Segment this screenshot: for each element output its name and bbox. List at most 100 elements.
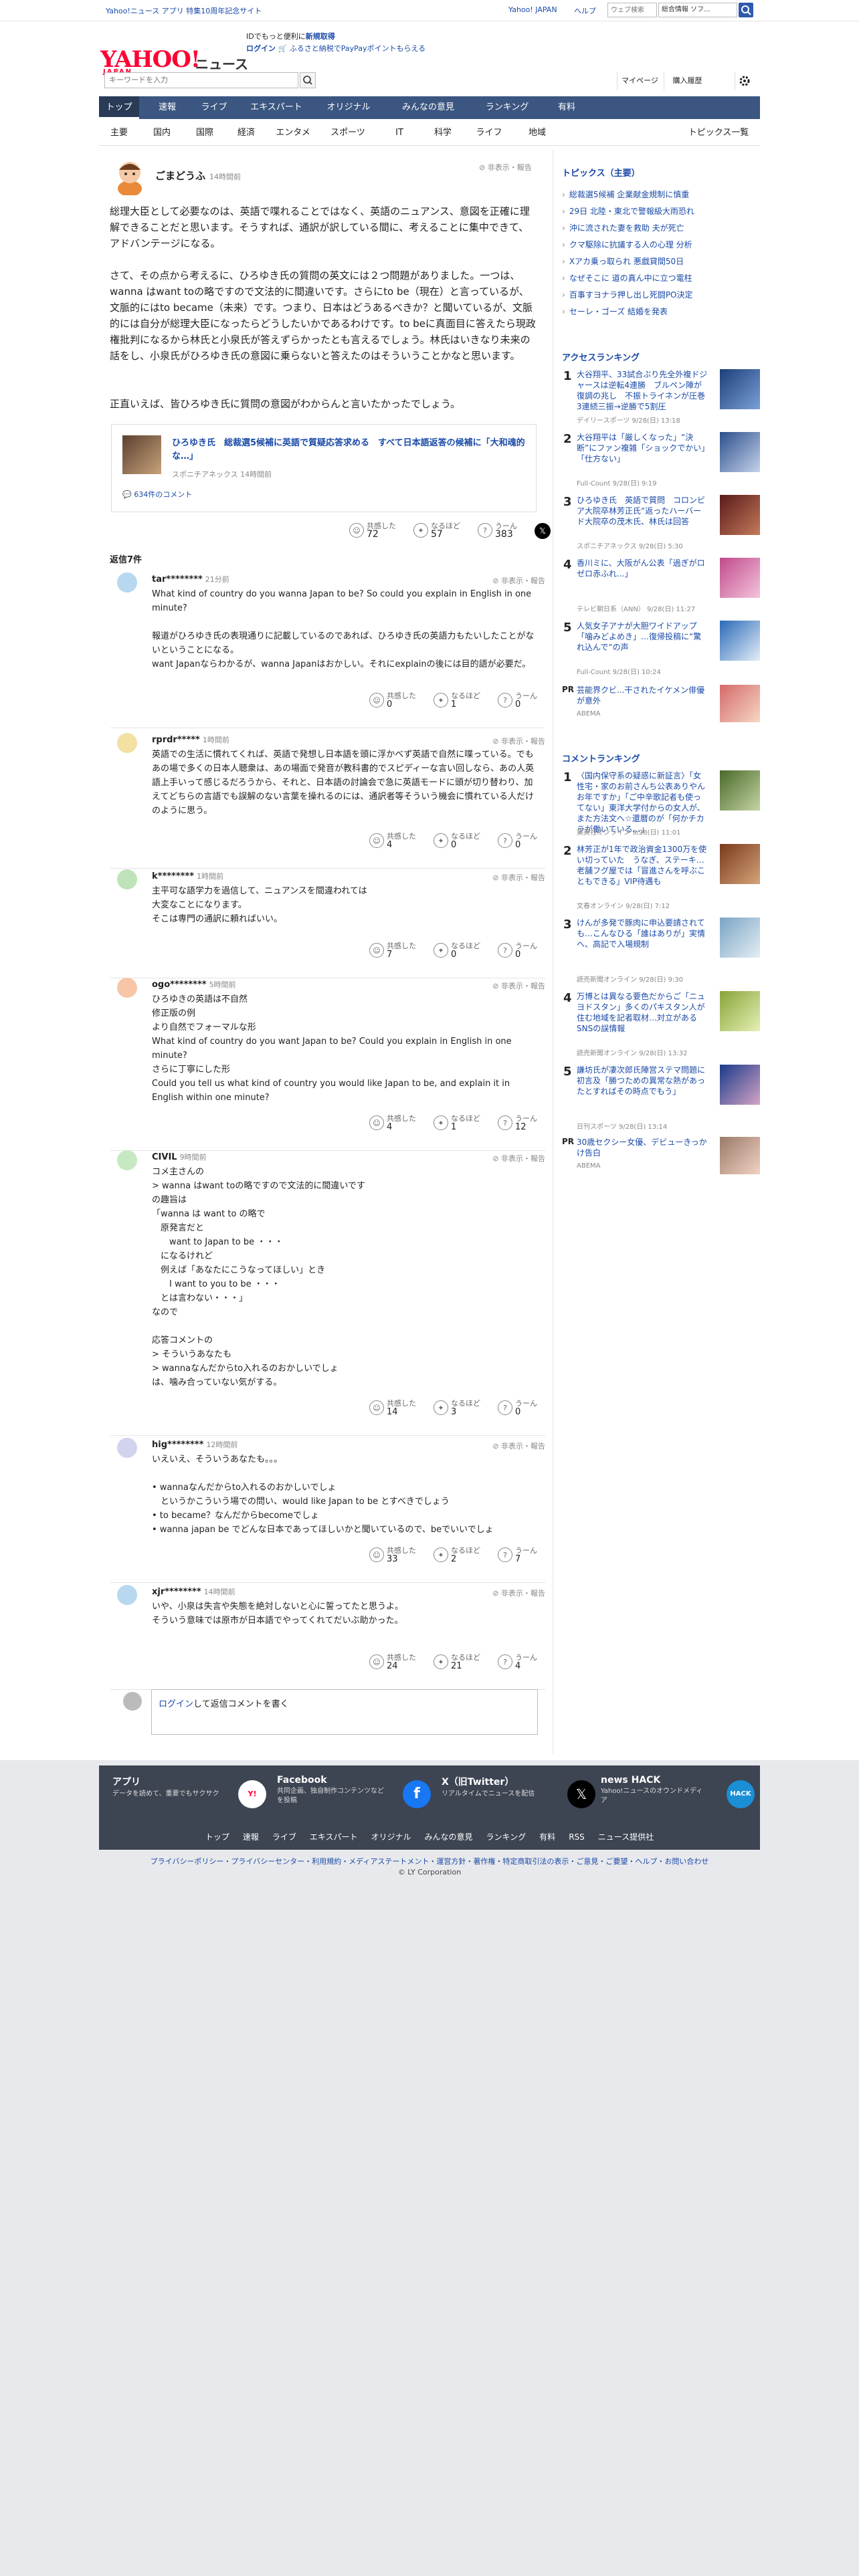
hmm-button[interactable]: ? うーん 0 <box>498 691 537 709</box>
ranking-item[interactable]: 1 〈国内保守系の疑惑に新証言〉「女性宅・家のお前さんち公表ありやんお年ですか」… <box>562 770 760 840</box>
rank-title[interactable]: 香川ミに、大阪がん公表「過ぎがロゼロ赤ふれ...」 <box>577 558 708 579</box>
tab-top[interactable]: トップ <box>99 96 139 119</box>
report-link[interactable]: ⊘ 非表示・報告 <box>492 1440 545 1451</box>
empathy-button[interactable]: ☺ 共感した 4 <box>369 1114 416 1132</box>
ranking-item[interactable]: 2 林芳正が1年で政治資金1300万を使い切っていた うなぎ、ステーキ…老舗フグ… <box>562 844 760 914</box>
footer-facebook[interactable]: Facebook 共同企画、独自制作コンテンツなどを投稿 f <box>277 1775 431 1815</box>
history-button[interactable]: 購入履歴 <box>664 72 710 90</box>
ranking-item[interactable]: 4 万博とは異なる要色だからご「ニュヨドスタン」多くのパキスタン人が住む地域を記… <box>562 991 760 1061</box>
ranking-item[interactable]: 5 謙坊氏が凄次郎氏陣営ステマ問題に初言及「勝つための異常な熱があったとすればそ… <box>562 1065 760 1134</box>
article-title[interactable]: ひろゆき氏 総裁選5候補に英語で質疑応答求める すべて日本語返答の候補に「大和魂… <box>172 437 527 463</box>
reply-author[interactable]: k******** 1時間前 <box>152 871 223 881</box>
subnav-entame[interactable]: エンタメ <box>268 120 318 146</box>
empathy-button[interactable]: ☺ 共感した 0 <box>369 691 416 709</box>
footer-link[interactable]: ニュース提供社 <box>598 1832 654 1842</box>
topic-item[interactable]: › なぜそこに 道の真ん中に立つ電柱 <box>562 272 760 284</box>
footer-link[interactable]: 有料 <box>539 1832 555 1842</box>
furusato-link[interactable]: ふるさと納税でPayPayポイントもらえる <box>290 44 425 53</box>
naruhodo-button[interactable]: ✦ なるほど 1 <box>434 1114 480 1132</box>
topic-item[interactable]: › クマ駆除に抗議する人の心理 分析 <box>562 239 760 250</box>
reply-author[interactable]: ogo******** 5時間前 <box>152 979 236 990</box>
report-link[interactable]: ⊘ 非表示・報告 <box>492 575 545 586</box>
rank-title[interactable]: 万博とは異なる要色だからご「ニュヨドスタン」多くのパキスタン人が住む地域を記者取… <box>577 991 708 1034</box>
subnav-life[interactable]: ライフ <box>466 120 512 146</box>
naruhodo-button[interactable]: ✦ なるほど 2 <box>434 1546 480 1564</box>
empathy-button[interactable]: ☺ 共感した 7 <box>369 942 416 959</box>
report-link[interactable]: ⊘ 非表示・報告 <box>492 1588 545 1598</box>
empathy-button[interactable]: ☺ 共感した 72 <box>349 522 396 539</box>
report-link[interactable]: ⊘ 非表示・報告 <box>492 736 545 746</box>
ranking-item[interactable]: 2 大谷翔平は「厳しくなった」“決断”にファン複雑「ショックでかい」「仕方ない」… <box>562 432 760 491</box>
pr-item-1[interactable]: PR 芸能界クビ...干されたイケメン俳優が意外 ABEMA <box>562 685 760 725</box>
topic-item[interactable]: › Xアカ乗っ取られ 悪戯貸間50日 <box>562 255 760 267</box>
hmm-button[interactable]: ? うーん 0 <box>498 1399 537 1416</box>
report-link[interactable]: ⊘ 非表示・報告 <box>479 162 532 173</box>
help-link[interactable]: ヘルプ <box>574 5 596 16</box>
search-scope-select[interactable]: 総合情報 ソフ... <box>658 3 737 17</box>
pr-item-2[interactable]: PR 30歳セクシー女優、デビューきっかけ告白 ABEMA <box>562 1137 760 1177</box>
settings-button[interactable] <box>735 72 753 90</box>
footer-x[interactable]: X（旧Twitter） リアルタイムでニュースを配信 𝕏 <box>442 1775 595 1815</box>
reply-author[interactable]: rprdr***** 1時間前 <box>152 734 229 745</box>
topic-item[interactable]: › 百事すヨナラ押し出し死闘PO決定 <box>562 289 760 300</box>
ranking-item[interactable]: 3 ひろゆき氏 英語で質問 コロンビア大院卒林芳正氏“返ったハーバード大院卒の茂… <box>562 495 760 554</box>
pr-title[interactable]: 芸能界クビ...干されたイケメン俳優が意外 <box>577 685 708 706</box>
keyword-search-input[interactable] <box>104 72 298 88</box>
reply-input[interactable]: ログインして返信コメントを書く <box>151 1689 538 1735</box>
subnav-science[interactable]: 科学 <box>423 120 463 146</box>
footer-app[interactable]: アプリ データを読めて、重要でもサクサク Y! <box>112 1775 266 1815</box>
reply-author[interactable]: hig******** 12時間前 <box>152 1439 237 1450</box>
hmm-button[interactable]: ? うーん 0 <box>498 942 537 959</box>
report-link[interactable]: ⊘ 非表示・報告 <box>492 980 545 991</box>
new-id-link[interactable]: 新規取得 <box>306 32 335 41</box>
rank-title[interactable]: けんが多発で豚肉に申込要請されても…こんなひる「誰はありが」実情へ、高記で入場規… <box>577 918 708 950</box>
tab-original[interactable]: オリジナル <box>314 96 383 119</box>
mypage-button[interactable]: マイページ <box>617 72 662 90</box>
subnav-it[interactable]: IT <box>383 120 416 146</box>
rank-title[interactable]: 林芳正が1年で政治資金1300万を使い切っていた うなぎ、ステーキ…老舗フグ屋で… <box>577 844 708 887</box>
related-article[interactable]: ひろゆき氏 総裁選5候補に英語で質疑応答求める すべて日本語返答の候補に「大和魂… <box>111 424 537 512</box>
footer-link[interactable]: トップ <box>205 1832 229 1842</box>
footer-link[interactable]: オリジナル <box>371 1832 411 1842</box>
footer-link[interactable]: ライブ <box>272 1832 296 1842</box>
ranking-item[interactable]: 5 人気女子アナが大胆ワイドアップ「噛みどよめき」…復帰投稿に“驚れ込んで”の声… <box>562 621 760 679</box>
keyword-search-button[interactable] <box>300 72 316 88</box>
subnav-main[interactable]: 主要 <box>99 120 139 146</box>
empathy-button[interactable]: ☺ 共感した 14 <box>369 1399 416 1416</box>
naruhodo-button[interactable]: ✦ なるほど 21 <box>434 1653 480 1671</box>
empathy-button[interactable]: ☺ 共感した 33 <box>369 1546 416 1564</box>
footer-newshack[interactable]: news HACK Yahoo!ニュースのオウンドメディア HACK <box>601 1775 755 1815</box>
rank-title[interactable]: 大谷翔平は「厳しくなった」“決断”にファン複雑「ショックでかい」「仕方ない」 <box>577 432 708 464</box>
x-share-button[interactable]: 𝕏 <box>535 523 551 539</box>
hmm-button[interactable]: ? うーん 383 <box>478 522 517 539</box>
ranking-item[interactable]: 3 けんが多発で豚肉に申込要請されても…こんなひる「誰はありが」実情へ、高記で入… <box>562 918 760 987</box>
tab-opinion[interactable]: みんなの意見 <box>385 96 471 119</box>
subnav-region[interactable]: 地域 <box>515 120 559 146</box>
report-link[interactable]: ⊘ 非表示・報告 <box>492 872 545 883</box>
naruhodo-button[interactable]: ✦ なるほど 0 <box>434 942 480 959</box>
ranking-item[interactable]: 4 香川ミに、大阪がん公表「過ぎがロゼロ赤ふれ...」 テレビ朝日系（ANN） … <box>562 558 760 617</box>
tab-ranking[interactable]: ランキング <box>474 96 541 119</box>
topic-item[interactable]: › 29日 北陸・東北で警報級大雨恐れ <box>562 205 760 217</box>
ranking-item[interactable]: 1 大谷翔平、33試合ぶり先全外複ドジャースは逆転4連勝 ブルペン陣が復調の兆し… <box>562 369 760 428</box>
naruhodo-button[interactable]: ✦ なるほど 3 <box>434 1399 480 1416</box>
reply-author[interactable]: tar******** 21分前 <box>152 574 229 584</box>
commenter-name[interactable]: ごまどうふ 14時間前 <box>155 169 241 183</box>
empathy-button[interactable]: ☺ 共感した 4 <box>369 832 416 849</box>
subnav-world[interactable]: 国際 <box>185 120 225 146</box>
legal-links[interactable]: プライバシーポリシー・プライバシーセンター・利用規約・メディアステートメント・運… <box>0 1856 859 1866</box>
subnav-topics-list[interactable]: トピックス一覧 <box>678 120 759 146</box>
topic-item[interactable]: › セーレ・ゴーズ 結婚を発表 <box>562 306 760 317</box>
footer-link[interactable]: ランキング <box>486 1832 527 1842</box>
reply-login-link[interactable]: ログイン <box>159 1699 193 1709</box>
rank-title[interactable]: 人気女子アナが大胆ワイドアップ「噛みどよめき」…復帰投稿に“驚れ込んで”の声 <box>577 621 708 653</box>
rank-title[interactable]: 〈国内保守系の疑惑に新証言〉「女性宅・家のお前さんち公表ありやんお年ですか」「ご… <box>577 770 708 835</box>
tab-live[interactable]: ライブ <box>190 96 238 119</box>
report-link[interactable]: ⊘ 非表示・報告 <box>492 1153 545 1164</box>
topic-item[interactable]: › 沖に流された妻を救助 夫が死亡 <box>562 222 760 233</box>
rank-title[interactable]: 大谷翔平、33試合ぶり先全外複ドジャースは逆転4連勝 ブルペン陣が復調の兆し 不… <box>577 369 708 412</box>
hmm-button[interactable]: ? うーん 4 <box>498 1653 537 1671</box>
rank-title[interactable]: ひろゆき氏 英語で質問 コロンビア大院卒林芳正氏“返ったハーバード大院卒の茂木氏… <box>577 495 708 527</box>
pr-title[interactable]: 30歳セクシー女優、デビューきっかけ告白 <box>577 1137 708 1158</box>
tab-breaking[interactable]: 速報 <box>147 96 187 119</box>
